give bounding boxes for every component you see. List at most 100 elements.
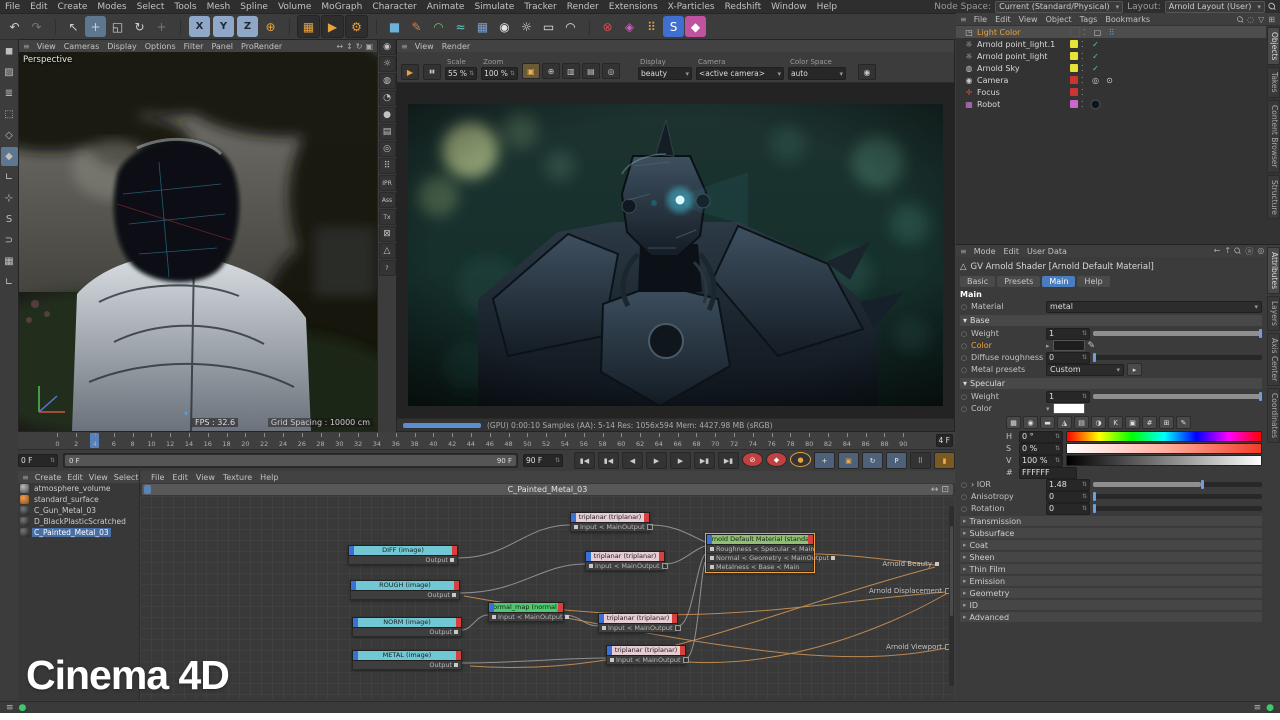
colorspace-select[interactable]: auto ▾ [787,67,846,80]
object-menu-item[interactable]: View [1015,15,1042,24]
region-icon[interactable]: ▣ [521,63,540,79]
output-port[interactable] [831,556,836,560]
shader-ball-icon[interactable]: ◔ [378,90,396,106]
output-port[interactable] [564,615,569,619]
object-tag-icon[interactable]: ▢ [1092,28,1103,37]
object-tag-icon[interactable]: ✓ [1090,40,1101,49]
perspective-viewport[interactable]: ≡ View Cameras Display Options Filter Panel Pr… [18,39,378,432]
ior-slider[interactable] [1093,480,1262,489]
sphere-icon[interactable]: ● [378,107,396,123]
polygons-mode-icon[interactable]: ◆ [0,147,18,166]
filter-icon[interactable]: ▽ [1258,15,1264,24]
node-rough-image[interactable]: ROUGH (image) Output [350,580,460,600]
visibility-dots[interactable]: ⁚ [1081,88,1087,97]
add-volume-button[interactable]: ≈ [450,16,471,37]
key-parameter-button[interactable]: P [886,452,907,469]
input-port[interactable] [610,658,614,662]
frame-range-slider[interactable]: 0 F 90 F [63,453,518,468]
material-name[interactable]: D_BlackPlasticScratched [32,517,128,526]
material-menu-item[interactable]: Create [32,473,65,482]
key-scale-button[interactable]: ▣ [838,452,859,469]
output-port[interactable] [454,630,458,634]
search-icon[interactable]: Ϙ [1266,0,1278,12]
object-tag-icon[interactable]: ✓ [1090,64,1101,73]
goto-start-button[interactable]: ▮◀ [574,452,595,469]
s-mode-icon[interactable]: S [1,210,18,229]
layer-color-swatch[interactable] [1070,88,1078,96]
eyedropper-icon[interactable]: ✎ [1176,416,1191,429]
add-deformer-button[interactable]: ◠ [428,16,449,37]
pan-view-icon[interactable]: ↔ [336,42,343,51]
frame-all-icon[interactable]: ⊡ [941,485,949,495]
key-pla-button[interactable]: ⠿ [910,452,931,469]
proxy-icon[interactable]: ◎ [378,141,396,157]
collapsed-group-header[interactable]: ▸ Coat [960,540,1262,550]
node-triplanar-4[interactable]: triplanar (triplanar) Input < Main Output [606,645,689,665]
layer-color-swatch[interactable] [1070,27,1080,37]
texture-mode-icon[interactable]: ▨ [1,63,18,82]
undo-icon[interactable]: ↶ [4,16,25,37]
node-editor-scrollbar[interactable] [949,506,954,686]
hamburger-icon[interactable]: ≡ [21,42,32,51]
node-arnold-material[interactable]: Arnold Default Material (standard_surfac… [705,533,836,573]
input-port[interactable] [492,615,496,619]
material-thumbnail[interactable] [20,506,29,515]
specular-weight-field[interactable]: 1 ⇅ [1046,390,1090,403]
sep[interactable] [282,17,290,36]
workplane-icon[interactable]: ≣ [1,84,18,103]
crosshair-icon[interactable]: ⊕ [541,63,560,79]
hamburger-icon[interactable]: ≡ [958,247,969,256]
object-tag-icon-2[interactable]: ⠿ [1106,28,1117,37]
range-start-field[interactable]: 0 F ⇅ [18,454,58,467]
render-camera-icon[interactable]: ◉ [378,39,396,55]
material-name[interactable]: C_Painted_Metal_03 [32,528,111,537]
object-name[interactable]: Light Color [977,28,1065,37]
node-menu-item[interactable]: Edit [168,473,192,482]
render-picture-button[interactable]: ▶ [321,15,344,38]
node-menu-item[interactable]: File [147,473,168,482]
path-icon[interactable]: ◌ [1247,15,1254,24]
viewport-scene[interactable]: Perspective ▾ FPS : 32.6 Grid Spacing : … [19,52,377,431]
key-rotation-button[interactable]: ↻ [862,452,883,469]
node-header[interactable]: DIFF (image) [348,545,458,556]
hamburger-icon[interactable]: ≡ [20,473,31,482]
value-field[interactable]: 100 % ⇅ [1019,454,1063,467]
collapsed-group-header[interactable]: ▸ ID [960,600,1262,610]
anisotropy-slider[interactable] [1093,492,1262,501]
node-header[interactable]: triplanar (triplanar) [598,613,678,624]
layer-color-swatch[interactable] [1070,64,1078,72]
menu-item[interactable]: Simulate [469,2,519,12]
goto-end-button[interactable]: ▶▮ [718,452,739,469]
node-graph[interactable]: DIFF (image) Output ROUGH (image) Output… [140,496,955,699]
menu-item[interactable]: Help [812,2,843,12]
collapsed-group-header[interactable]: ▸ Advanced [960,612,1262,622]
material-thumbnail[interactable] [20,484,29,493]
menu-item[interactable]: Window [766,2,812,12]
hamburger-icon[interactable]: ≡ [958,15,969,24]
layer-color-swatch[interactable] [1070,76,1078,84]
menu-item[interactable]: Tracker [519,2,561,12]
ipr-pause-button[interactable]: ▮▮ [423,64,441,80]
up-icon[interactable]: ↑ [1224,246,1231,257]
coord-system-icon[interactable]: ⊕ [260,16,281,37]
node-header[interactable]: NORM (image) [352,617,462,628]
timeline-ruler[interactable]: 0 2 4 6 8 10 12 14 16 18 20 22 24 26 28 30 32 34 36 38 40 42 4… [18,432,955,450]
node-menu-item[interactable]: Help [256,473,282,482]
node-menu-item[interactable]: Texture [219,473,256,482]
hex-field[interactable]: FFFFFF [1019,466,1077,479]
layer-color-swatch[interactable] [1070,40,1078,48]
material-item[interactable]: C_Painted_Metal_03 [18,527,139,538]
z-axis-button[interactable]: Z [237,16,258,37]
arnold-light-icon[interactable]: ☼ [378,56,396,72]
node-header[interactable]: METAL (image) [352,650,462,661]
output-port[interactable] [682,657,689,663]
node-triplanar-2[interactable]: triplanar (triplanar) Input < Main Output [585,551,668,571]
expand-icon[interactable]: ▸ [1046,342,1050,350]
add-icon[interactable]: ⊞ [1268,15,1275,24]
anisotropy-field[interactable]: 0 ⇅ [1046,490,1090,503]
ipr-play-button[interactable]: ▶ [401,64,419,80]
sep[interactable] [173,17,181,36]
visibility-dots[interactable]: ⁚ [1081,40,1087,49]
rotation-field[interactable]: 0 ⇅ [1046,502,1090,515]
redo-icon[interactable]: ↷ [26,16,47,37]
